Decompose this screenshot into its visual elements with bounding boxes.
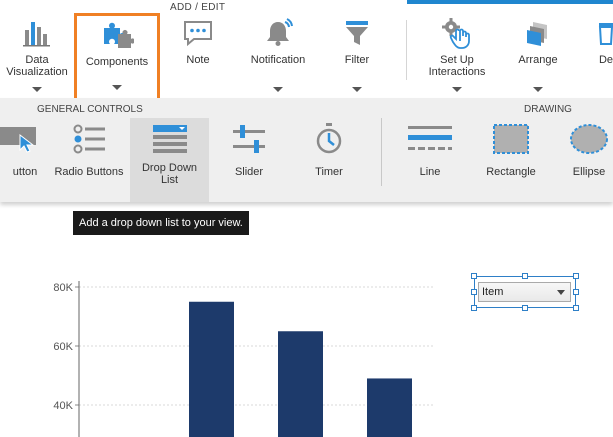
chevron-down-icon[interactable] <box>452 87 462 92</box>
data-visualization-button[interactable]: Data Visualization <box>0 14 74 100</box>
ribbon-divider <box>406 20 407 80</box>
section-title-drawing: DRAWING <box>524 104 572 115</box>
set-up-interactions-label: Set Up Interactions <box>428 54 486 78</box>
components-label: Components <box>85 56 149 68</box>
note-button[interactable]: Note <box>170 14 226 100</box>
ribbon-toolbar: ADD / EDIT Data Visualization Components <box>0 0 613 101</box>
section-title-add-edit: ADD / EDIT <box>170 2 226 13</box>
dropdown-selected-value: Item <box>482 286 504 298</box>
resize-handle-right[interactable] <box>573 289 579 295</box>
y-tick-label: 60K <box>53 341 73 353</box>
trash-icon <box>586 14 613 52</box>
layers-icon <box>518 14 558 52</box>
resize-handle-top-right[interactable] <box>573 273 579 279</box>
data-visualization-label: Data Visualization <box>6 54 68 78</box>
dropdown-list-control[interactable]: Item <box>471 273 579 311</box>
gallery-item-radio-buttons[interactable]: Radio Buttons <box>50 118 128 202</box>
ribbon-accent-bar <box>407 0 613 4</box>
arrange-button[interactable]: Arrange <box>506 14 570 100</box>
resize-handle-bottom[interactable] <box>522 305 528 311</box>
gallery-item-button[interactable]: utton <box>0 118 50 202</box>
chevron-down-icon[interactable] <box>112 85 122 90</box>
chevron-down-icon[interactable] <box>273 87 283 92</box>
resize-handle-top[interactable] <box>522 273 528 279</box>
bell-icon <box>258 14 298 52</box>
gallery-item-rectangle[interactable]: Rectangle <box>478 118 544 202</box>
gallery-item-drop-down-list-label: Drop Down List <box>141 162 198 186</box>
gallery-item-ellipse-label: Ellipse <box>572 166 606 178</box>
bar-chart-icon <box>17 14 57 52</box>
gallery-item-line-label: Line <box>419 166 441 178</box>
gallery-item-line[interactable]: Line <box>398 118 462 202</box>
gallery-item-rectangle-label: Rectangle <box>486 166 536 178</box>
filter-button[interactable]: Filter <box>330 14 384 100</box>
speech-bubble-icon <box>178 14 218 52</box>
section-title-general-controls: GENERAL CONTROLS <box>37 104 143 115</box>
resize-handle-bottom-right[interactable] <box>573 305 579 311</box>
gallery-item-radio-buttons-label: Radio Buttons <box>54 166 124 178</box>
bar[interactable] <box>367 378 412 437</box>
rectangle-icon <box>481 120 541 158</box>
gear-hand-icon <box>437 14 477 52</box>
gallery-item-button-label: utton <box>12 166 38 178</box>
notification-label: Notification <box>250 54 306 66</box>
y-tick-label: 80K <box>53 282 73 294</box>
delete-button[interactable]: De <box>586 14 613 100</box>
bar-chart: 80K 60K 40K <box>53 281 435 437</box>
slider-icon <box>219 120 279 158</box>
bar[interactable] <box>278 331 323 437</box>
set-up-interactions-button[interactable]: Set Up Interactions <box>420 14 494 100</box>
delete-label: De <box>598 54 613 66</box>
components-gallery: GENERAL CONTROLS DRAWING utton Radio But… <box>0 98 613 202</box>
puzzle-icon <box>97 16 137 54</box>
y-tick-label: 40K <box>53 400 73 412</box>
components-button[interactable]: Components <box>74 13 160 101</box>
chevron-down-icon[interactable] <box>557 290 565 295</box>
ellipse-icon <box>559 120 613 158</box>
gallery-item-drop-down-list[interactable]: Drop Down List <box>130 118 209 202</box>
dropdown-list-icon <box>140 120 200 158</box>
notification-button[interactable]: Notification <box>240 14 316 100</box>
gallery-item-timer[interactable]: Timer <box>298 118 360 202</box>
gallery-divider <box>381 118 382 186</box>
gallery-item-timer-label: Timer <box>315 166 343 178</box>
chevron-down-icon[interactable] <box>32 87 42 92</box>
arrange-label: Arrange <box>518 54 558 66</box>
funnel-icon <box>337 14 377 52</box>
resize-handle-left[interactable] <box>471 289 477 295</box>
chevron-down-icon[interactable] <box>533 87 543 92</box>
radio-list-icon <box>59 120 119 158</box>
resize-handle-bottom-left[interactable] <box>471 305 477 311</box>
stopwatch-icon <box>299 120 359 158</box>
note-label: Note <box>186 54 210 66</box>
tooltip: Add a drop down list to your view. <box>73 211 249 235</box>
chevron-down-icon[interactable] <box>352 87 362 92</box>
gallery-item-slider-label: Slider <box>234 166 264 178</box>
gallery-item-slider[interactable]: Slider <box>218 118 280 202</box>
line-icon <box>400 120 460 158</box>
gallery-item-ellipse[interactable]: Ellipse <box>558 118 613 202</box>
filter-label: Filter <box>344 54 370 66</box>
button-icon <box>0 120 45 158</box>
bar[interactable] <box>189 301 234 437</box>
dropdown-select[interactable]: Item <box>478 282 571 302</box>
resize-handle-top-left[interactable] <box>471 273 477 279</box>
